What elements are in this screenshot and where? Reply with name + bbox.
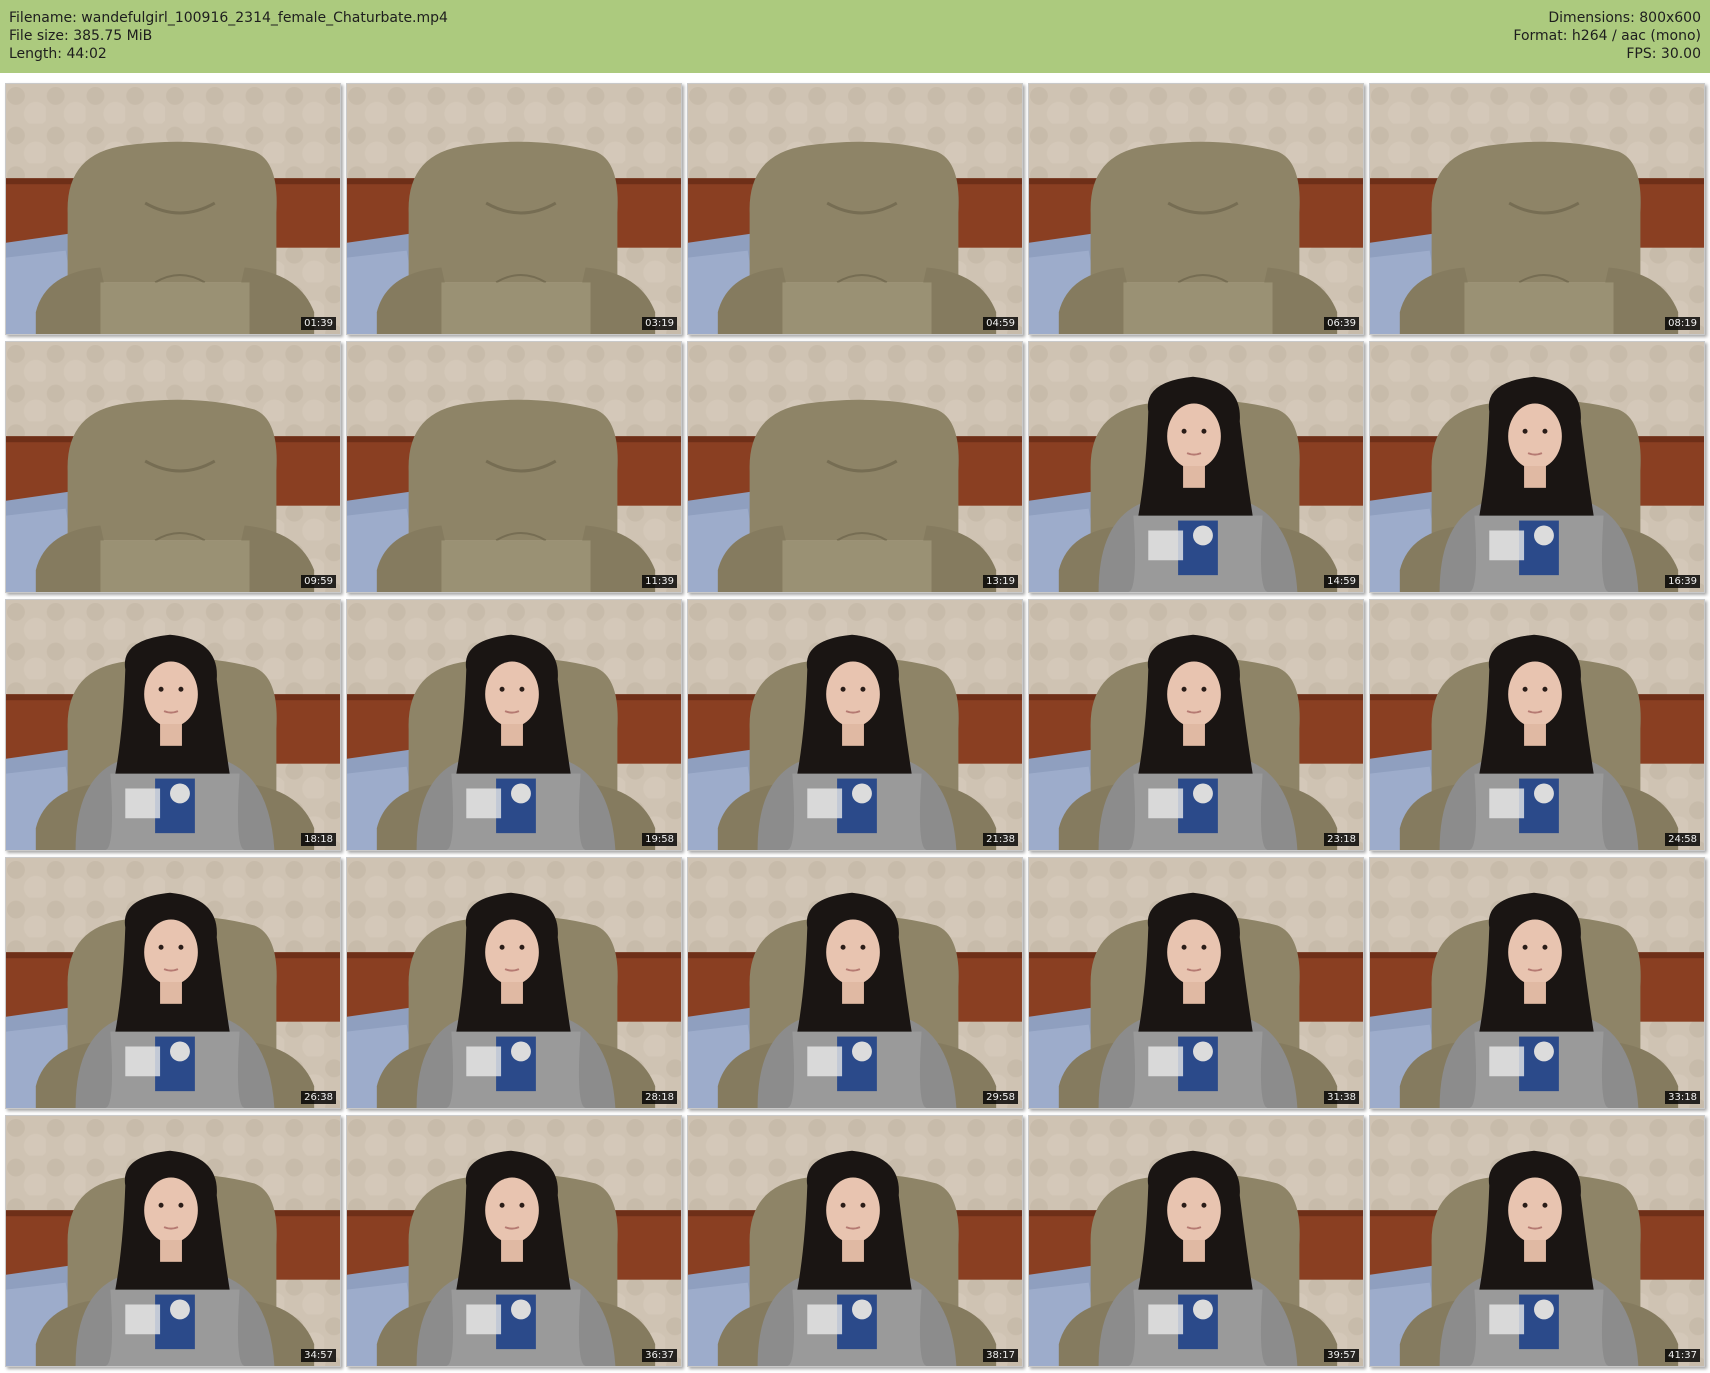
thumbnail-frame-image — [6, 84, 340, 334]
thumbnail-frame-image — [6, 858, 340, 1108]
thumbnail-frame-image — [688, 342, 1022, 592]
video-thumbnail: 06:39 — [1028, 83, 1364, 335]
video-thumbnail: 16:39 — [1369, 341, 1705, 593]
timestamp-label: 01:39 — [301, 317, 336, 330]
timestamp-label: 14:59 — [1324, 575, 1359, 588]
video-thumbnail: 18:18 — [5, 599, 341, 851]
thumbnail-frame-image — [347, 342, 681, 592]
timestamp-label: 13:19 — [983, 575, 1018, 588]
video-thumbnail: 41:37 — [1369, 1115, 1705, 1367]
video-thumbnail: 01:39 — [5, 83, 341, 335]
video-thumbnail: 29:58 — [687, 857, 1023, 1109]
timestamp-label: 24:58 — [1665, 833, 1700, 846]
video-thumbnail: 39:57 — [1028, 1115, 1364, 1367]
video-thumbnail: 24:58 — [1369, 599, 1705, 851]
timestamp-label: 28:18 — [642, 1091, 677, 1104]
video-thumbnail: 28:18 — [346, 857, 682, 1109]
timestamp-label: 08:19 — [1665, 317, 1700, 330]
video-thumbnail: 13:19 — [687, 341, 1023, 593]
timestamp-label: 34:57 — [301, 1349, 336, 1362]
video-thumbnail: 23:18 — [1028, 599, 1364, 851]
video-thumbnail: 33:18 — [1369, 857, 1705, 1109]
fps-text: FPS: 30.00 — [1626, 46, 1701, 62]
thumbnail-frame-image — [1029, 84, 1363, 334]
video-thumbnail: 19:58 — [346, 599, 682, 851]
file-info-right: Dimensions: 800x600 Format: h264 / aac (… — [1513, 9, 1701, 63]
timestamp-label: 23:18 — [1324, 833, 1359, 846]
thumbnail-frame-image — [6, 1116, 340, 1366]
video-thumbnail: 26:38 — [5, 857, 341, 1109]
timestamp-label: 33:18 — [1665, 1091, 1700, 1104]
filename-text: Filename: wandefulgirl_100916_2314_femal… — [9, 10, 448, 26]
video-thumbnail: 09:59 — [5, 341, 341, 593]
timestamp-label: 39:57 — [1324, 1349, 1359, 1362]
thumbnail-frame-image — [688, 1116, 1022, 1366]
video-thumbnail: 14:59 — [1028, 341, 1364, 593]
video-thumbnail: 04:59 — [687, 83, 1023, 335]
thumbnail-frame-image — [1029, 1116, 1363, 1366]
video-thumbnail: 08:19 — [1369, 83, 1705, 335]
thumbnail-frame-image — [1370, 342, 1704, 592]
timestamp-label: 16:39 — [1665, 575, 1700, 588]
timestamp-label: 04:59 — [983, 317, 1018, 330]
timestamp-label: 03:19 — [642, 317, 677, 330]
thumbnail-frame-image — [347, 84, 681, 334]
format-text: Format: h264 / aac (mono) — [1513, 28, 1701, 44]
timestamp-label: 38:17 — [983, 1349, 1018, 1362]
thumbnail-frame-image — [1370, 600, 1704, 850]
thumbnail-frame-image — [6, 342, 340, 592]
thumbnail-frame-image — [1029, 342, 1363, 592]
thumbnail-grid: 01:39 03:19 04:59 06:39 08:19 09:59 11:39 13:19… — [0, 73, 1710, 1373]
filesize-text: File size: 385.75 MiB — [9, 28, 153, 44]
thumbnail-frame-image — [1370, 84, 1704, 334]
video-thumbnail: 11:39 — [346, 341, 682, 593]
video-thumbnail: 21:38 — [687, 599, 1023, 851]
thumbnail-frame-image — [347, 1116, 681, 1366]
video-thumbnail: 38:17 — [687, 1115, 1023, 1367]
thumbnail-frame-image — [347, 858, 681, 1108]
video-thumbnail: 34:57 — [5, 1115, 341, 1367]
thumbnail-frame-image — [1029, 858, 1363, 1108]
timestamp-label: 26:38 — [301, 1091, 336, 1104]
file-info-left: Filename: wandefulgirl_100916_2314_femal… — [9, 9, 448, 63]
thumbnail-frame-image — [1370, 858, 1704, 1108]
thumbnail-frame-image — [1370, 1116, 1704, 1366]
timestamp-label: 06:39 — [1324, 317, 1359, 330]
timestamp-label: 11:39 — [642, 575, 677, 588]
timestamp-label: 19:58 — [642, 833, 677, 846]
timestamp-label: 09:59 — [301, 575, 336, 588]
thumbnail-frame-image — [688, 858, 1022, 1108]
thumbnail-frame-image — [6, 600, 340, 850]
info-header: Filename: wandefulgirl_100916_2314_femal… — [0, 0, 1710, 73]
timestamp-label: 21:38 — [983, 833, 1018, 846]
thumbnail-frame-image — [1029, 600, 1363, 850]
timestamp-label: 29:58 — [983, 1091, 1018, 1104]
timestamp-label: 36:37 — [642, 1349, 677, 1362]
dimensions-text: Dimensions: 800x600 — [1548, 10, 1701, 26]
timestamp-label: 18:18 — [301, 833, 336, 846]
timestamp-label: 41:37 — [1665, 1349, 1700, 1362]
timestamp-label: 31:38 — [1324, 1091, 1359, 1104]
thumbnail-frame-image — [688, 600, 1022, 850]
video-thumbnail: 03:19 — [346, 83, 682, 335]
video-thumbnail: 31:38 — [1028, 857, 1364, 1109]
length-text: Length: 44:02 — [9, 46, 107, 62]
video-thumbnail: 36:37 — [346, 1115, 682, 1367]
thumbnail-frame-image — [688, 84, 1022, 334]
thumbnail-frame-image — [347, 600, 681, 850]
